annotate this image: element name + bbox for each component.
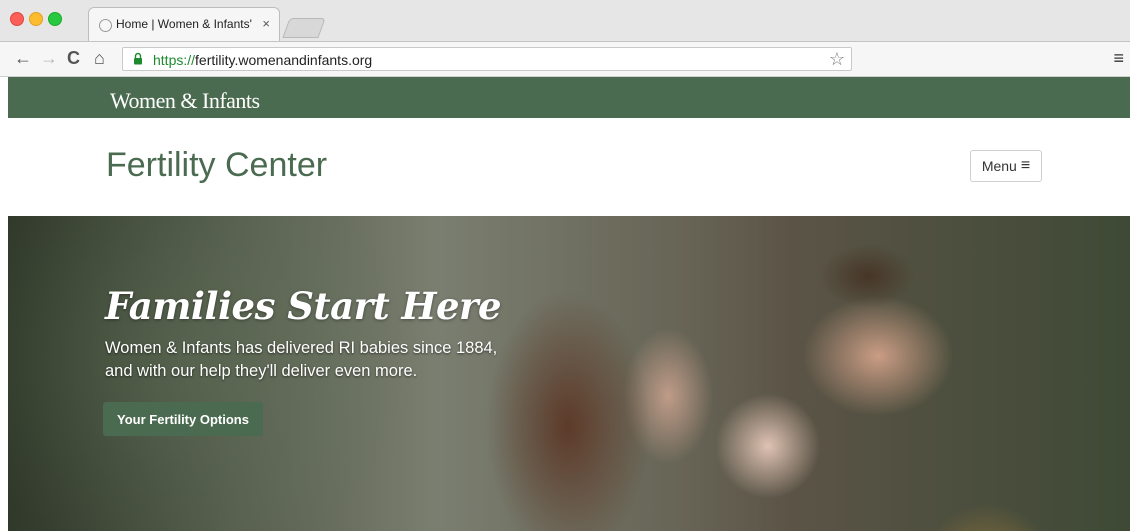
hamburger-icon: ≡ [1020,157,1031,174]
site-title[interactable]: Fertility Center [106,146,327,185]
favicon-icon [99,19,112,32]
hero-banner: Families Start Here Women & Infants has … [8,216,1130,531]
url-text: https://fertility.womenandinfants.org [153,52,373,68]
forward-arrow-icon[interactable]: → [40,48,58,68]
back-arrow-icon[interactable]: ← [14,48,32,68]
menu-label: Menu [981,158,1017,174]
new-tab-button[interactable] [282,18,326,38]
bookmark-star-icon[interactable]: ☆ [829,49,845,70]
address-bar[interactable]: https://fertility.womenandinfants.org ☆ [122,47,852,71]
site-header: Fertility Center Menu ≡ [8,118,1130,208]
browser-toolbar: ← → C ⌂ https://fertility.womenandinfant… [0,42,1130,77]
hero-text-line-1: Women & Infants has delivered RI babies … [105,339,498,357]
browser-tab[interactable]: Home | Women & Infants' F × [88,7,280,41]
browser-menu-icon[interactable]: ≡ [1113,48,1124,69]
tab-close-icon[interactable]: × [262,16,270,31]
menu-button[interactable]: Menu ≡ [970,150,1042,182]
tab-title: Home | Women & Infants' F [116,17,256,31]
close-window-button[interactable] [10,12,24,26]
browser-tab-strip: Home | Women & Infants' F × [0,0,1130,42]
fertility-options-button[interactable]: Your Fertility Options [103,402,263,436]
hero-headline: Families Start Here [105,284,502,328]
hero-text-line-2: and with our help they'll deliver even m… [105,362,418,380]
minimize-window-button[interactable] [29,12,43,26]
site-top-bar: Women & Infants [8,77,1130,118]
reload-icon[interactable]: C [67,48,80,68]
home-icon[interactable]: ⌂ [94,48,105,68]
zoom-window-button[interactable] [48,12,62,26]
brand-logo[interactable]: Women & Infants [110,88,260,114]
lock-icon [134,52,142,65]
